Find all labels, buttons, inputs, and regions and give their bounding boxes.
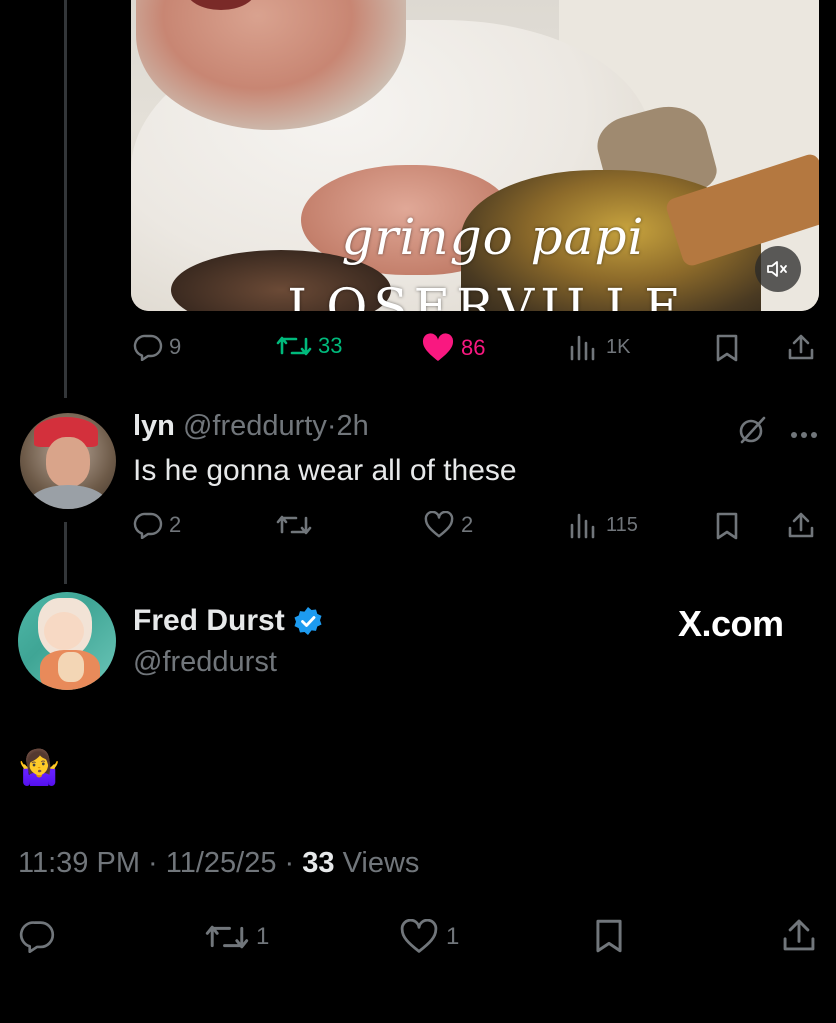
reply-text: Is he gonna wear all of these: [133, 454, 517, 487]
reply-action[interactable]: 9: [133, 333, 181, 361]
thread-line-bottom: [64, 522, 67, 584]
video-media[interactable]: gringo papi LOSERVILLE: [131, 0, 819, 311]
author-handle[interactable]: @freddurst: [133, 646, 277, 679]
views-action[interactable]: 1K: [566, 333, 630, 361]
reply-reply-count: 2: [169, 512, 182, 537]
retweet-icon: [276, 336, 312, 356]
more-dots-icon: [791, 432, 817, 438]
bookmark-icon: [716, 512, 738, 540]
reply-views-count: 115: [606, 513, 638, 536]
grok-button[interactable]: [736, 414, 768, 451]
main-like-count: 1: [446, 923, 460, 950]
heart-filled-icon: [422, 333, 454, 361]
main-retweet-action[interactable]: 1: [204, 921, 269, 953]
reply-icon: [133, 512, 163, 539]
retweet-count: 33: [318, 333, 343, 358]
heart-icon: [400, 919, 438, 953]
reply-icon: [133, 334, 163, 361]
tweet-views-count: 33: [302, 847, 335, 879]
views-icon: [570, 335, 595, 361]
share-icon: [788, 512, 814, 538]
reply-time[interactable]: 2h: [337, 410, 369, 442]
reply-like-action[interactable]: 2: [423, 511, 473, 539]
main-retweet-count: 1: [256, 923, 270, 950]
author-name-row: Fred Durst: [133, 604, 323, 638]
views-icon: [570, 513, 595, 539]
like-count: 86: [461, 335, 486, 360]
reply-views-action[interactable]: 115: [566, 511, 638, 539]
author-display-name[interactable]: Fred Durst: [133, 604, 285, 638]
retweet-icon: [276, 515, 312, 535]
video-caption-line2: LOSERVILLE: [287, 278, 687, 311]
reply-bookmark-button[interactable]: [714, 511, 740, 546]
share-icon: [783, 919, 815, 951]
avatar-lyn[interactable]: [20, 413, 116, 509]
main-share-button[interactable]: [780, 916, 818, 959]
share-icon: [788, 334, 814, 360]
reply-display-name[interactable]: lyn: [133, 410, 175, 442]
more-options-button[interactable]: [790, 426, 818, 444]
bookmark-icon: [596, 919, 622, 953]
thread-line-top: [64, 0, 67, 398]
volume-mute-icon: [767, 261, 787, 277]
tweet-meta: 11:39 PM · 11/25/25 · 33 Views: [18, 847, 419, 880]
reply-separator: ·: [326, 410, 337, 442]
heart-icon: [424, 511, 454, 538]
main-bookmark-button[interactable]: [593, 917, 625, 960]
bookmark-icon: [716, 334, 738, 362]
reply-like-count: 2: [461, 512, 474, 537]
reply-count: 9: [169, 334, 182, 359]
grok-icon: [739, 416, 766, 444]
video-caption-line1: gringo papi: [341, 208, 645, 266]
x-com-logo: X.com: [678, 603, 784, 644]
reply-header: lyn @freddurty·2h: [133, 410, 369, 443]
reply-reply-action[interactable]: 2: [133, 511, 181, 539]
like-action[interactable]: 86: [421, 333, 485, 363]
reply-retweet-action[interactable]: [276, 512, 318, 538]
tweet-text: 🤷‍♀️: [18, 749, 61, 787]
reply-handle[interactable]: @freddurty: [183, 410, 327, 442]
share-button[interactable]: [786, 332, 816, 367]
bookmark-button[interactable]: [714, 333, 740, 368]
reply-share-button[interactable]: [786, 510, 816, 545]
avatar-fred-durst[interactable]: [18, 592, 116, 690]
main-like-action[interactable]: 1: [398, 919, 459, 955]
reply-icon: [19, 921, 55, 954]
mute-button[interactable]: [755, 246, 801, 292]
verified-badge-icon: [294, 607, 322, 635]
retweet-action[interactable]: 33: [276, 333, 342, 359]
main-reply-button[interactable]: [18, 919, 56, 958]
tweet-timestamp[interactable]: 11:39 PM · 11/25/25 ·: [18, 847, 302, 879]
views-count: 1K: [606, 335, 631, 358]
tweet-views-label: Views: [334, 847, 420, 879]
retweet-icon: [205, 925, 249, 949]
